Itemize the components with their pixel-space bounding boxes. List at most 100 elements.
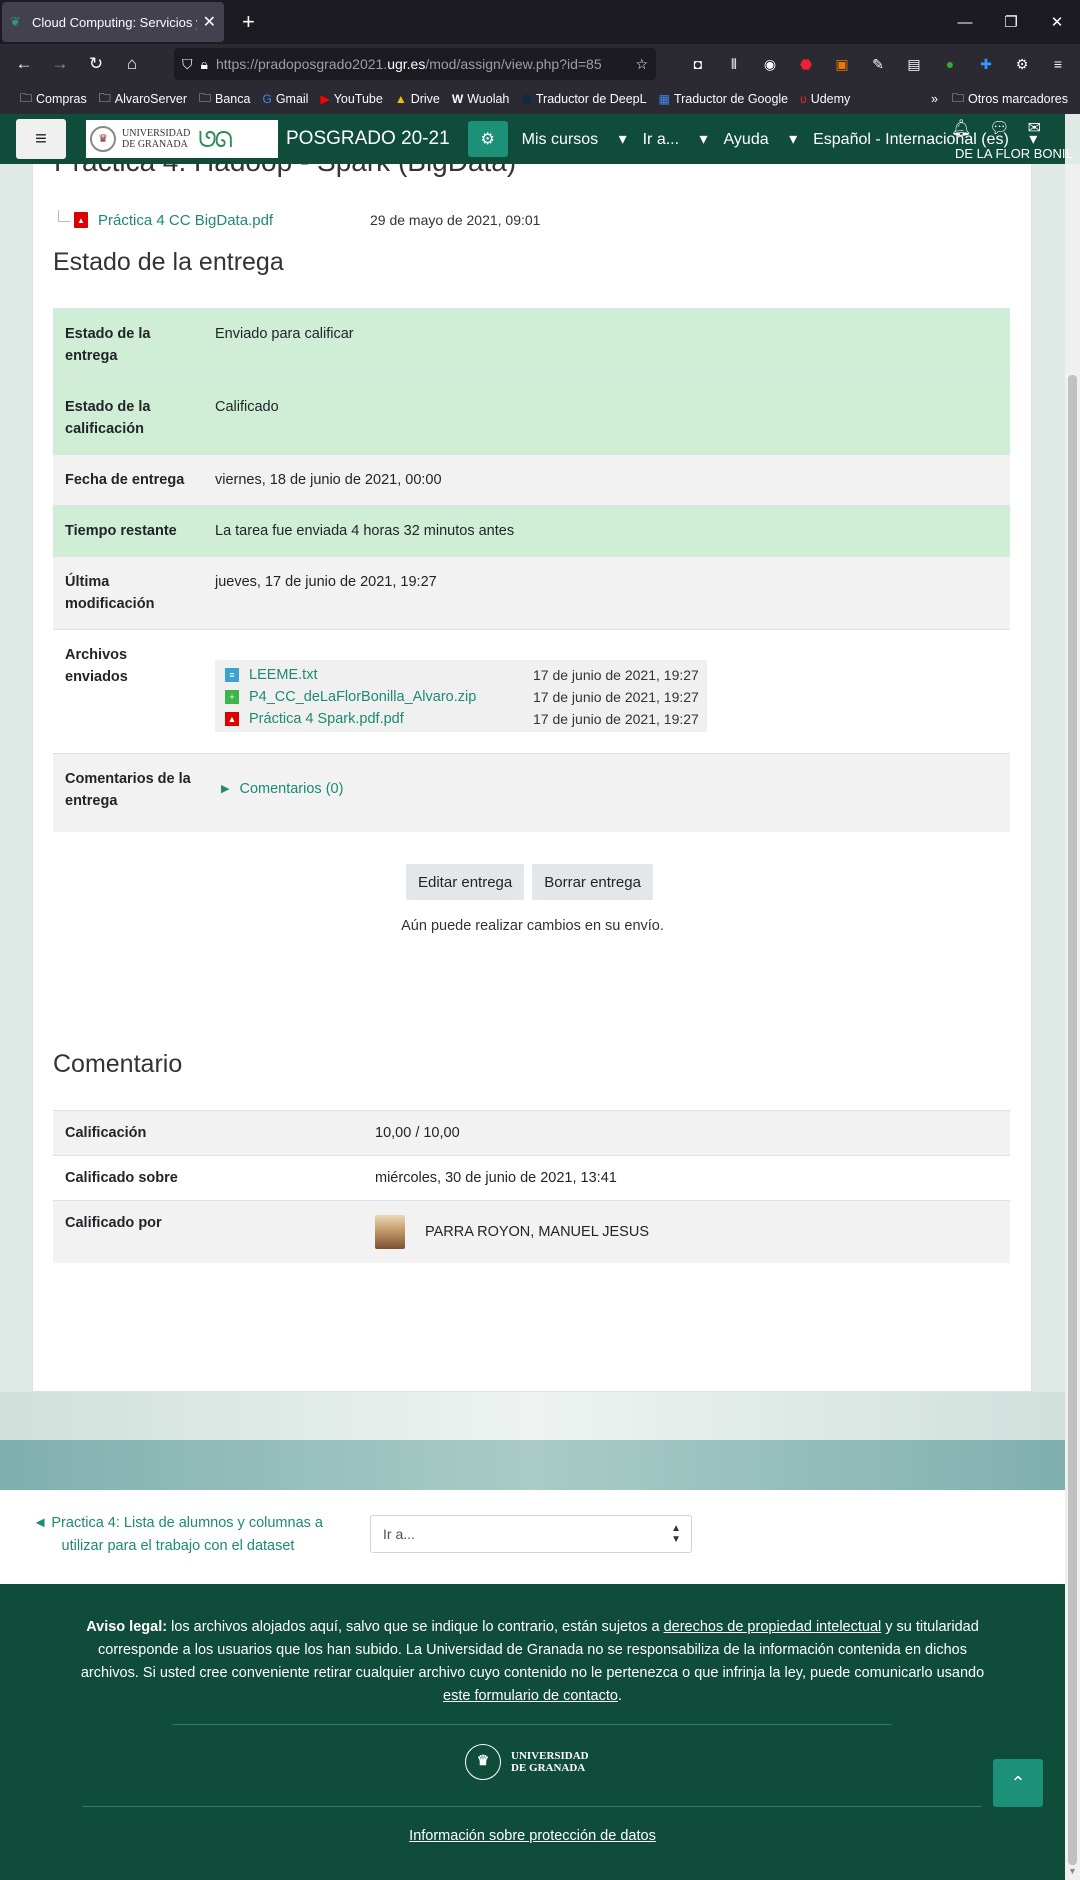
bookmark-alvaroserver[interactable]: 🗀︎ AlvaroServer xyxy=(99,89,187,110)
url-bar[interactable]: ⛉ 🔒︎ https://pradoposgrado2021.ugr.es/mo… xyxy=(174,48,656,80)
folder-icon: 🗀︎ xyxy=(98,90,111,105)
page-footer: Aviso legal: los archivos alojados aquí,… xyxy=(0,1584,1065,1880)
pocket-icon[interactable]: ◘ xyxy=(680,56,716,72)
grader-name: PARRA ROYON, MANUEL JESUS xyxy=(425,1223,649,1240)
grading-status-value: Calificado xyxy=(203,381,1010,455)
bookmark-wuolah[interactable]: W Wuolah xyxy=(452,92,510,106)
wuolah-icon: W xyxy=(451,92,464,106)
forward-icon[interactable]: → xyxy=(42,48,78,80)
reload-icon[interactable]: ↻ xyxy=(78,48,114,80)
intro-attachment: ▲ Práctica 4 CC BigData.pdf 29 de mayo d… xyxy=(58,208,578,232)
bookmark-youtube[interactable]: ▶ YouTube xyxy=(320,92,382,106)
row-label: Estado de la calificación xyxy=(53,381,203,455)
back-icon[interactable]: ← xyxy=(6,48,42,80)
row-label: Comentarios de la entrega xyxy=(53,753,203,832)
close-tab-icon[interactable]: ✕ xyxy=(203,12,216,32)
table-row: Archivos enviados ≡ LEEME.txt 17 de juni… xyxy=(53,629,1010,754)
shield-icon: ⛉ xyxy=(182,55,193,72)
row-label: Calificado sobre xyxy=(53,1155,363,1201)
table-row: Última modificación jueves, 17 de junio … xyxy=(53,556,1010,630)
menu-go-to[interactable]: Ir a... ▾ xyxy=(643,129,708,149)
close-window-icon[interactable]: ✕ xyxy=(1034,0,1080,44)
previous-activity-link[interactable]: ◄ Practica 4: Lista de alumnos y columna… xyxy=(28,1512,328,1558)
intro-file-link[interactable]: Práctica 4 CC BigData.pdf xyxy=(98,212,273,229)
menu-toggle-icon[interactable]: ≡ xyxy=(16,119,66,159)
bookmark-google-translate[interactable]: ▦ Traductor de Google xyxy=(659,92,789,106)
extension-3-icon[interactable]: ✎ xyxy=(860,56,896,73)
extension-7-icon[interactable]: ⚙ xyxy=(1004,56,1040,73)
lock-icon: 🔒︎ xyxy=(200,55,208,72)
university-logo[interactable]: ♛ UNIVERSIDAD DE GRANADA ᘎᘏ xyxy=(86,120,278,158)
app-menu-icon[interactable]: ≡ xyxy=(1040,56,1076,72)
drive-icon: ▲ xyxy=(394,92,407,106)
bookmark-compras[interactable]: 🗀︎ Compras xyxy=(20,89,87,110)
adblock-icon[interactable]: ⬣ xyxy=(788,56,824,73)
row-label: Fecha de entrega xyxy=(53,454,203,506)
settings-gear-icon[interactable]: ⚙ xyxy=(467,121,508,157)
extension-5-icon[interactable]: ● xyxy=(932,56,968,72)
google-icon: G xyxy=(262,92,272,106)
university-seal-icon: ♛ xyxy=(465,1744,501,1780)
messages-icon[interactable]: 💬︎ xyxy=(989,118,1009,138)
avatar[interactable] xyxy=(375,1215,405,1249)
table-row: Calificado sobre miércoles, 30 de junio … xyxy=(53,1155,1010,1201)
grade-value: 10,00 / 10,00 xyxy=(363,1110,1010,1156)
folder-icon: 🗀︎ xyxy=(20,90,33,105)
bookmark-drive[interactable]: ▲ Drive xyxy=(395,92,440,106)
notifications-bell-icon[interactable]: 🔔︎ xyxy=(951,118,971,138)
user-name[interactable]: DE LA FLOR BONIL xyxy=(955,146,1073,161)
bookmark-banca[interactable]: 🗀︎ Banca xyxy=(199,89,250,110)
file-date: 17 de junio de 2021, 19:27 xyxy=(533,711,699,727)
extension-toolbar: ◘ ⫴ ◉ ⬣ ▣ ✎ ▤ ● ✚ ⚙ ≡ xyxy=(680,48,1076,80)
browser-tab[interactable]: ❦ Cloud Computing: Servicios y A ✕ xyxy=(2,2,224,42)
bookmark-gmail[interactable]: G Gmail xyxy=(262,92,308,106)
file-link[interactable]: P4_CC_deLaFlorBonilla_Alvaro.zip xyxy=(249,686,476,708)
text-file-icon: ≡ xyxy=(225,668,239,682)
submitted-files-cell: ≡ LEEME.txt 17 de junio de 2021, 19:27 +… xyxy=(203,629,1010,754)
submission-status-table: Estado de la entrega Enviado para califi… xyxy=(53,308,1010,832)
file-link[interactable]: Práctica 4 Spark.pdf.pdf xyxy=(249,708,404,730)
table-row: Calificación 10,00 / 10,00 xyxy=(53,1110,1010,1156)
home-icon[interactable]: ⌂ xyxy=(114,48,150,80)
comments-toggle[interactable]: ▶ Comentarios (0) xyxy=(215,778,998,800)
privacy-link[interactable]: Información sobre protección de datos xyxy=(409,1828,656,1844)
site-name[interactable]: POSGRADO 20-21 xyxy=(286,128,450,150)
file-link[interactable]: LEEME.txt xyxy=(249,664,318,686)
graded-on-value: miércoles, 30 de junio de 2021, 13:41 xyxy=(363,1155,1010,1201)
other-bookmarks[interactable]: 🗀︎ Otros marcadores xyxy=(952,89,1068,110)
delete-submission-button[interactable]: Borrar entrega xyxy=(532,864,653,900)
row-label: Última modificación xyxy=(53,556,203,630)
bookmark-deepl[interactable]: ⬢ Traductor de DeepL xyxy=(521,92,646,106)
file-item: ≡ LEEME.txt 17 de junio de 2021, 19:27 xyxy=(215,664,707,686)
more-bookmarks-icon[interactable]: » xyxy=(931,92,938,106)
last-modified-value: jueves, 17 de junio de 2021, 19:27 xyxy=(203,556,1010,630)
scrollbar-thumb[interactable] xyxy=(1068,375,1077,1865)
table-row: Estado de la calificación Calificado xyxy=(53,381,1010,455)
menu-my-courses[interactable]: Mis cursos ▾ xyxy=(522,129,627,149)
jump-to-select[interactable]: Ir a... ▲ ▼ xyxy=(370,1515,692,1553)
bookmark-star-icon[interactable]: ☆ xyxy=(635,56,648,73)
row-label: Calificado por xyxy=(53,1200,363,1263)
university-seal-icon: ♛ xyxy=(90,126,116,152)
menu-help[interactable]: Ayuda ▾ xyxy=(724,129,798,149)
edit-submission-button[interactable]: Editar entrega xyxy=(406,864,525,900)
background-band xyxy=(0,1392,1065,1440)
mail-icon[interactable]: ✉ xyxy=(1028,118,1041,138)
feedback-table: Calificación 10,00 / 10,00 Calificado so… xyxy=(53,1110,1010,1263)
file-item: + P4_CC_deLaFlorBonilla_Alvaro.zip 17 de… xyxy=(215,686,707,708)
extension-2-icon[interactable]: ▣ xyxy=(824,56,860,73)
minimize-icon[interactable]: — xyxy=(942,0,988,44)
restore-icon[interactable]: ❐ xyxy=(988,0,1034,44)
back-to-top-icon[interactable]: ⌃ xyxy=(993,1759,1043,1807)
library-icon[interactable]: ⫴ xyxy=(716,56,752,73)
scroll-down-icon[interactable]: ▼ xyxy=(1068,1866,1077,1876)
intellectual-property-link[interactable]: derechos de propiedad intelectual xyxy=(664,1619,882,1635)
contact-form-link[interactable]: este formulario de contacto xyxy=(443,1688,618,1704)
extension-4-icon[interactable]: ▤ xyxy=(896,56,932,73)
comments-link[interactable]: Comentarios (0) xyxy=(239,778,343,800)
extension-6-icon[interactable]: ✚ xyxy=(968,56,1004,73)
extension-1-icon[interactable]: ◉ xyxy=(752,56,788,73)
bookmark-udemy[interactable]: ʋ Udemy xyxy=(800,92,850,106)
submission-status-heading: Estado de la entrega xyxy=(53,248,284,276)
new-tab-icon[interactable]: + xyxy=(242,9,255,35)
